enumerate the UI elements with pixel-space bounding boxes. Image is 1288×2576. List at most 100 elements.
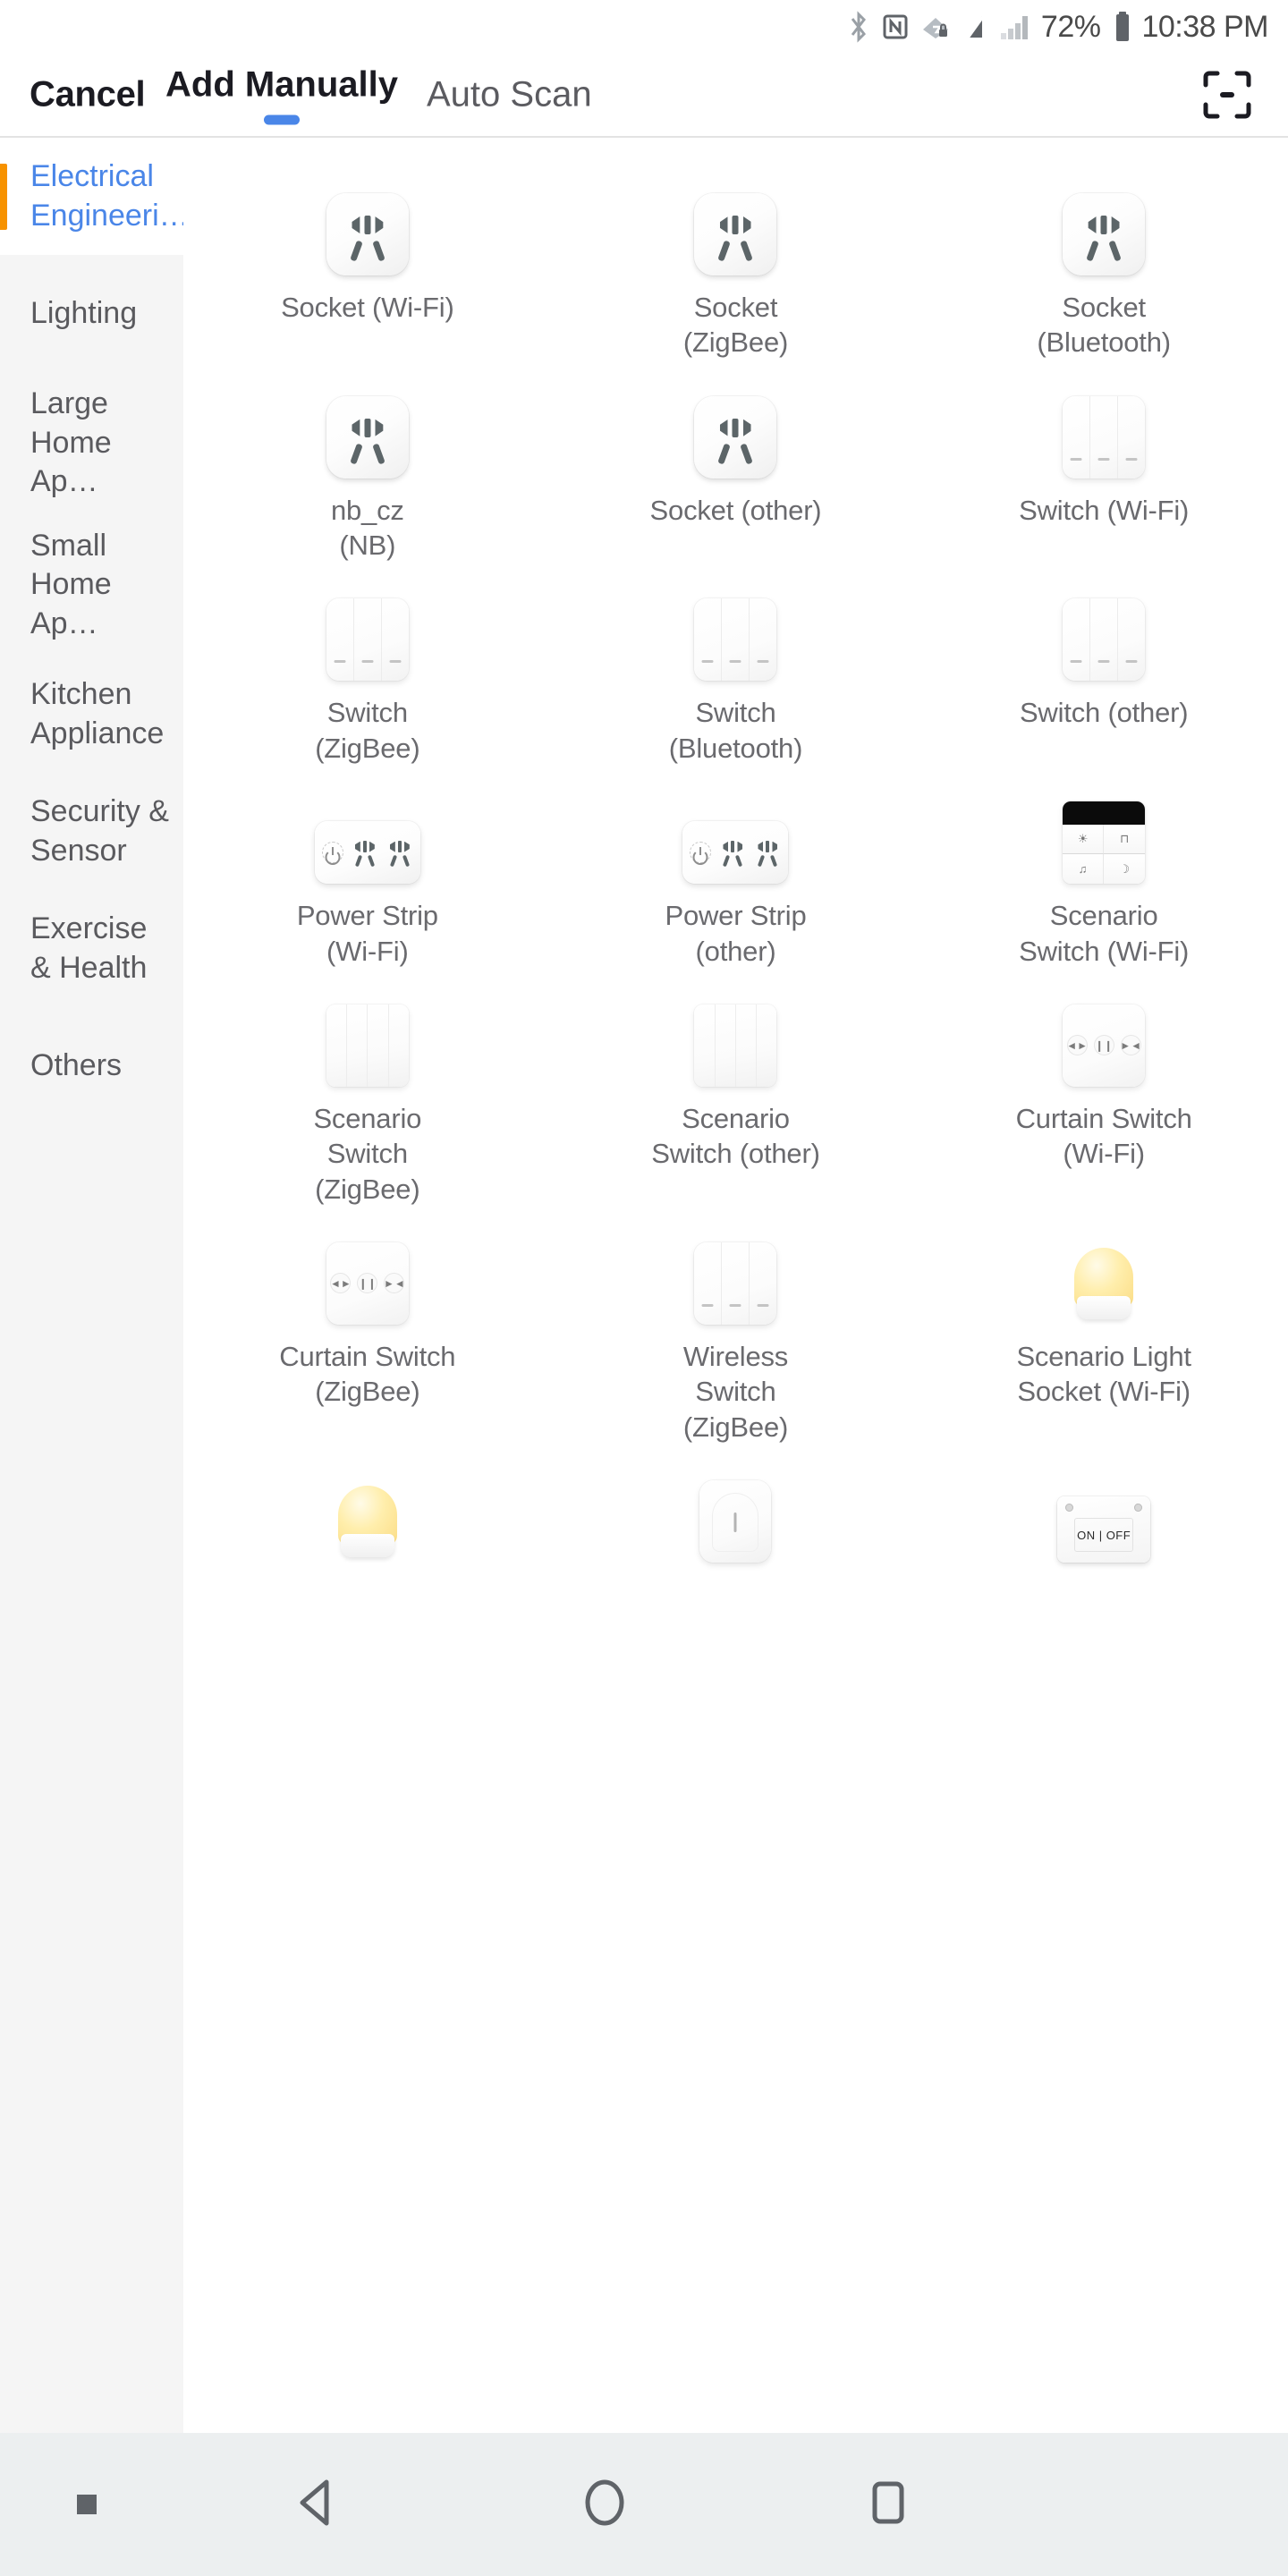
device-label: Scenario Switch (other) [651, 1102, 820, 1170]
menu-square-icon[interactable] [77, 2495, 97, 2514]
device-item-curtain-switch-zigbee[interactable]: ◄► ❙❙ ►◄ Curtain Switch (ZigBee) [183, 1207, 552, 1445]
device-item-socket-bluetooth[interactable]: Socket (Bluetooth) [919, 157, 1288, 360]
status-clock: 10:38 PM [1141, 9, 1268, 44]
sidebar-item-label: Small Home Ap… [30, 528, 112, 640]
scene-key-music: ♫ [1063, 854, 1105, 885]
device-item-power-strip-wifi[interactable]: Power Strip (Wi-Fi) [183, 766, 552, 969]
tab-auto-scan[interactable]: Auto Scan [427, 75, 592, 115]
socket-icon [680, 368, 791, 479]
scene-key-curtain: ⊓ [1104, 825, 1146, 855]
qr-scan-icon[interactable] [1202, 70, 1252, 120]
bluetooth-icon [847, 10, 870, 44]
switch-icon [1048, 368, 1159, 479]
recents-square-icon[interactable] [860, 2475, 916, 2535]
socket-icon [1048, 165, 1159, 275]
device-label: Power Strip (Wi-Fi) [296, 900, 438, 967]
device-item-switch-zigbee[interactable]: Switch (ZigBee) [183, 563, 552, 766]
nfc-icon [882, 10, 909, 44]
cancel-button[interactable]: Cancel [30, 75, 146, 115]
battery-percent: 72% [1040, 9, 1101, 44]
device-item-switch-other[interactable]: Switch (other) [919, 563, 1288, 766]
device-item-wireless-switch-zigbee[interactable]: Wireless Switch (ZigBee) [552, 1207, 920, 1445]
device-label: Power Strip (other) [665, 900, 807, 967]
signal-icon [999, 10, 1031, 44]
device-item-partial-night-light[interactable] [183, 1445, 552, 1647]
sidebar-item-large-home-appliance[interactable]: Large Home Ap… [0, 372, 183, 514]
power-strip-icon [680, 773, 791, 885]
scenario-switch-icon [680, 976, 791, 1087]
device-label: Scenario Switch (Wi-Fi) [1019, 900, 1190, 967]
tab-add-manually-label: Add Manually [165, 64, 399, 105]
sidebar-item-small-home-appliance[interactable]: Small Home Ap… [0, 514, 183, 657]
android-navigation-bar [0, 2433, 1288, 2576]
curtain-switch-icon: ◄► ❙❙ ►◄ [312, 1214, 423, 1325]
device-item-socket-other[interactable]: Socket (other) [552, 360, 920, 564]
content-area: Electrical Engineeri… Lighting Large Hom… [0, 138, 1288, 2433]
sidebar-item-label: Exercise & Health [30, 911, 148, 985]
on-off-module-icon: ON | OFF [1048, 1452, 1159, 1563]
device-label: Wireless Switch (ZigBee) [682, 1340, 789, 1443]
switch-icon [680, 570, 791, 682]
battery-icon [1112, 9, 1133, 45]
device-item-partial-on-off-module[interactable]: ON | OFF [919, 1445, 1288, 1647]
device-item-switch-bluetooth[interactable]: Switch (Bluetooth) [552, 563, 920, 766]
device-label: Socket (Bluetooth) [1037, 292, 1171, 359]
device-label: Switch (Wi-Fi) [1019, 494, 1190, 526]
device-label: Curtain Switch (ZigBee) [279, 1340, 456, 1408]
device-grid: Socket (Wi-Fi) Socket (ZigBee) Socket (B… [183, 138, 1288, 1647]
device-item-partial-wireless-button[interactable] [552, 1445, 920, 1647]
device-item-scenario-light-socket-wifi[interactable]: Scenario Light Socket (Wi-Fi) [919, 1207, 1288, 1445]
curtain-switch-icon: ◄► ❙❙ ►◄ [1048, 976, 1159, 1087]
sidebar-item-kitchen-appliance[interactable]: Kitchen Appliance [0, 656, 183, 773]
device-label: nb_cz (NB) [330, 494, 404, 562]
home-circle-icon[interactable] [577, 2475, 632, 2535]
night-light-icon [1048, 1214, 1159, 1325]
device-label: Switch (Bluetooth) [668, 697, 803, 764]
device-item-scenario-switch-other[interactable]: Scenario Switch (other) [552, 969, 920, 1207]
switch-icon [312, 570, 423, 682]
category-sidebar[interactable]: Electrical Engineeri… Lighting Large Hom… [0, 138, 183, 2433]
device-label: Switch (other) [1019, 697, 1189, 729]
scenario-switch-icon [312, 976, 423, 1087]
device-item-socket-zigbee[interactable]: Socket (ZigBee) [552, 157, 920, 360]
do-not-disturb-icon [962, 10, 987, 44]
device-label: Socket (ZigBee) [682, 292, 789, 359]
sidebar-item-electrical-engineering[interactable]: Electrical Engineeri… [0, 138, 183, 255]
sidebar-item-label: Large Home Ap… [30, 386, 112, 499]
device-label: Socket (other) [649, 494, 822, 526]
sidebar-item-label: Kitchen Appliance [30, 677, 165, 750]
tab-add-manually[interactable]: Add Manually [165, 65, 398, 125]
switch-icon [1048, 570, 1159, 682]
sidebar-item-label: Lighting [30, 295, 138, 330]
sidebar-item-others[interactable]: Others [0, 1007, 183, 1124]
device-label: Switch (ZigBee) [315, 697, 420, 764]
device-grid-scroll[interactable]: Socket (Wi-Fi) Socket (ZigBee) Socket (B… [183, 138, 1288, 2433]
socket-icon [312, 368, 423, 479]
device-item-power-strip-other[interactable]: Power Strip (other) [552, 766, 920, 969]
tab-active-underline [264, 114, 301, 125]
device-item-scenario-switch-zigbee[interactable]: Scenario Switch (ZigBee) [183, 969, 552, 1207]
device-item-socket-wifi[interactable]: Socket (Wi-Fi) [183, 157, 552, 360]
sidebar-item-lighting[interactable]: Lighting [0, 255, 183, 372]
scene-key-light: ☀ [1063, 825, 1105, 855]
socket-icon [680, 165, 791, 275]
device-item-switch-wifi[interactable]: Switch (Wi-Fi) [919, 360, 1288, 564]
device-label: Socket (Wi-Fi) [281, 292, 454, 323]
scenario-switch-wifi-icon: ☀ ⊓ ♫ ☽ [1048, 773, 1159, 885]
switch-icon [680, 1214, 791, 1325]
device-label: Scenario Switch (ZigBee) [313, 1102, 422, 1205]
top-navbar: Cancel Add Manually Auto Scan [0, 54, 1288, 136]
wifi-secure-icon [920, 10, 951, 44]
device-item-scenario-switch-wifi[interactable]: ☀ ⊓ ♫ ☽ Scenario Switch (Wi-Fi) [919, 766, 1288, 969]
device-item-nb-cz[interactable]: nb_cz (NB) [183, 360, 552, 564]
sidebar-item-label: Others [30, 1047, 123, 1082]
device-item-curtain-switch-wifi[interactable]: ◄► ❙❙ ►◄ Curtain Switch (Wi-Fi) [919, 969, 1288, 1207]
wireless-button-icon [680, 1452, 791, 1563]
socket-icon [312, 165, 423, 275]
power-strip-icon [312, 773, 423, 885]
sidebar-item-exercise-health[interactable]: Exercise & Health [0, 890, 183, 1007]
scene-key-relax: ☽ [1104, 854, 1146, 885]
sidebar-item-label: Security & Sensor [30, 794, 169, 868]
sidebar-item-security-sensor[interactable]: Security & Sensor [0, 773, 183, 890]
back-triangle-icon[interactable] [290, 2475, 345, 2535]
